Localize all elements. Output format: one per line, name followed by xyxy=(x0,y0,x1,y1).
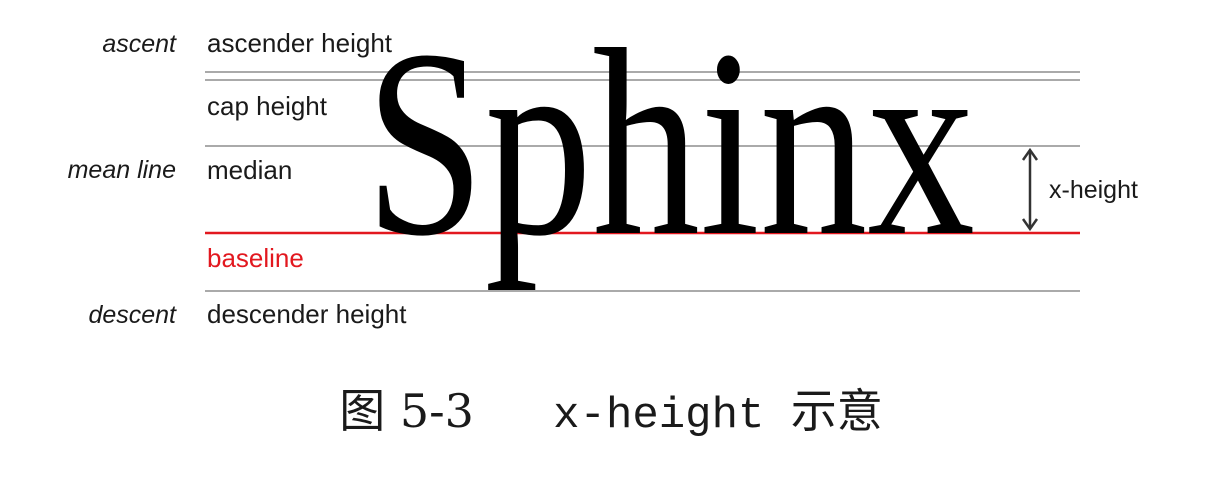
median-label: median xyxy=(207,155,292,185)
figure-caption: 图 5-3 x-height 示意 xyxy=(0,375,1222,441)
caption-suffix: 示意 xyxy=(790,384,883,438)
cap-height-label: cap height xyxy=(207,91,328,121)
descent-side-label: descent xyxy=(88,301,177,329)
mean-line-side-label: mean line xyxy=(68,156,176,184)
caption-term: x-height xyxy=(474,391,791,441)
sample-word: Sphinx xyxy=(365,0,975,292)
x-height-label: x-height xyxy=(1049,176,1138,204)
baseline-label: baseline xyxy=(207,243,304,273)
x-height-arrow-icon xyxy=(1021,147,1039,232)
descender-height-label: descender height xyxy=(207,299,407,329)
caption-figure-number: 图 5-3 xyxy=(339,384,474,438)
caption-term-text: x-height xyxy=(553,391,765,441)
ascent-side-label: ascent xyxy=(102,30,177,58)
